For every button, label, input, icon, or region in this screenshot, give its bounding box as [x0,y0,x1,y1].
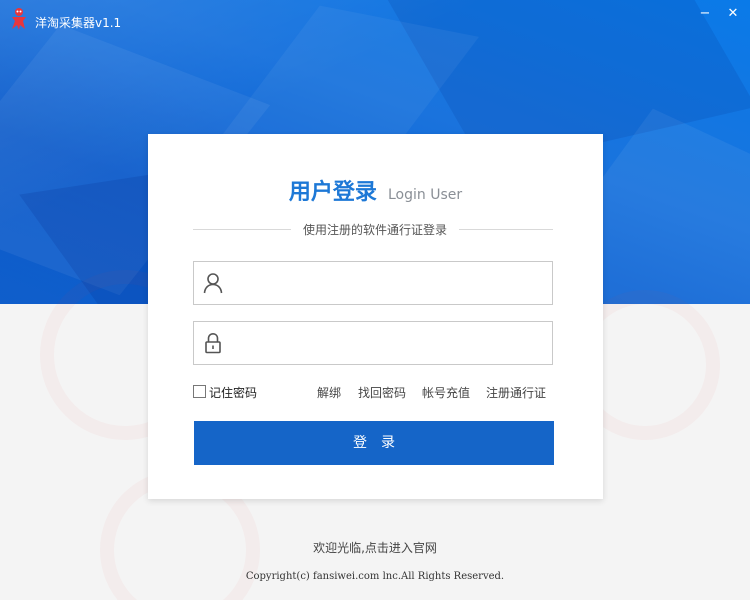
remember-label: 记住密码 [209,386,258,400]
password-field[interactable] [193,321,553,365]
heading-cn: 用户登录 [288,180,377,205]
username-field[interactable] [193,261,553,305]
username-input[interactable] [234,268,544,298]
minimize-button[interactable]: − [691,0,719,28]
divider [459,229,553,230]
user-icon [203,273,223,294]
login-heading: 用户登录 Login User [148,174,603,206]
app-title: 洋淘采集器v1.1 [35,16,122,30]
heading-en: Login User [387,187,463,203]
visit-site-link[interactable]: 欢迎光临,点击进入官网 [0,539,750,556]
title-bar[interactable]: 洋淘采集器v1.1 − ✕ [0,0,750,34]
recover-password-link[interactable]: 找回密码 [358,384,406,401]
divider [193,229,291,230]
copyright-text: Copyright(c) fansiwei.com lnc.All Rights… [245,571,505,582]
login-subtitle: 使用注册的软件通行证登录 [302,223,447,237]
login-button[interactable]: 登录 [194,421,554,465]
password-input[interactable] [234,328,544,358]
lock-icon [205,332,221,354]
recharge-account-link[interactable]: 帐号充值 [422,384,470,401]
login-card: 用户登录 Login User 使用注册的软件通行证登录 记住密码 解绑 找回密… [148,134,603,499]
remember-checkbox[interactable] [193,385,206,398]
app-logo-icon [12,8,26,30]
login-button-label: 登录 [353,435,409,451]
close-button[interactable]: ✕ [719,0,747,28]
unbind-link[interactable]: 解绑 [317,384,341,401]
register-link[interactable]: 注册通行证 [486,384,546,401]
